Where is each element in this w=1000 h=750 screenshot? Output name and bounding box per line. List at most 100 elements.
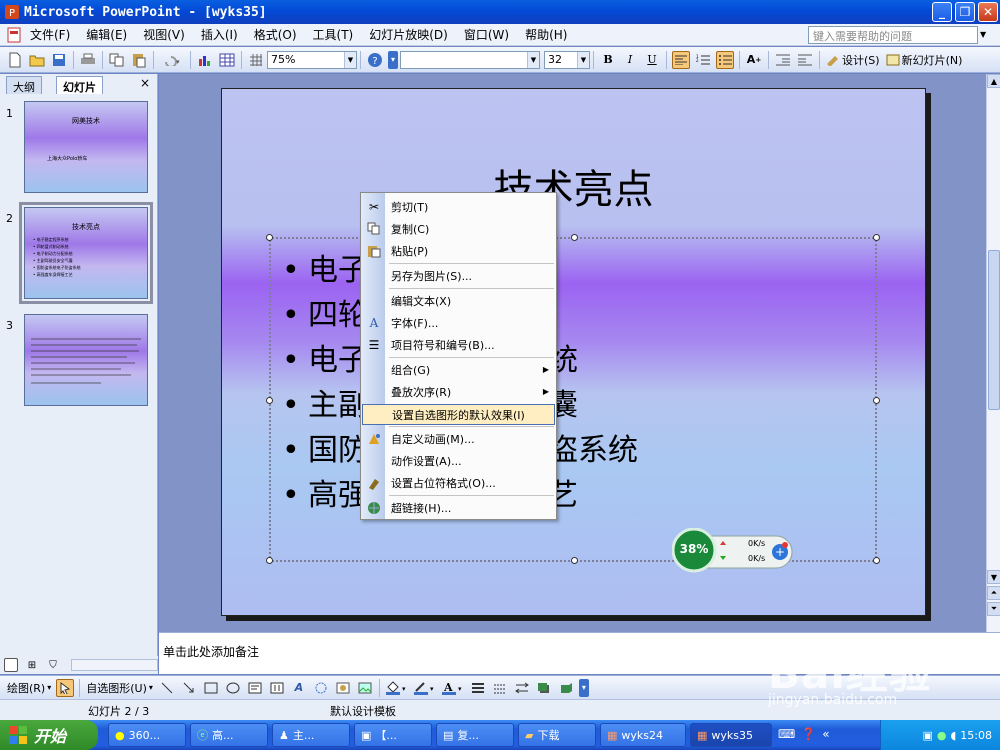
resize-handle[interactable] [873,557,880,564]
toolbar-options-icon[interactable]: ▾ [578,678,589,697]
slideshow-view-icon[interactable]: ⛉ [46,658,60,672]
menu-item-paste[interactable]: 粘贴(P) [362,240,555,261]
copy-icon[interactable] [108,51,126,69]
menu-item-set-autoshape-defaults[interactable]: 设置自选图形的默认效果(I) [362,404,555,425]
resize-handle[interactable] [266,557,273,564]
menu-item-order[interactable]: 叠放次序(R) ▶ [362,381,555,402]
underline-icon[interactable]: U [643,51,661,69]
network-icon[interactable]: ▣ [922,729,932,742]
network-speed-widget[interactable]: + 38% 0K/s 0K/s [672,528,794,574]
resize-handle[interactable] [873,397,880,404]
clock[interactable]: 15:08 [960,729,992,742]
rectangle-icon[interactable] [202,679,220,697]
textbox-icon[interactable] [246,679,264,697]
shadow-style-icon[interactable] [535,679,553,697]
menu-edit[interactable]: 编辑(E) [78,26,135,43]
resize-handle[interactable] [266,234,273,241]
numbering-icon[interactable]: 12 [694,51,712,69]
slide-thumbnail-2[interactable]: 技术亮点 • 电子稳定程序系统 • 四轮盘式制动系统 • 电子制动力分配系统 •… [19,202,153,304]
previous-slide-icon[interactable]: ⏶ [987,586,1000,600]
taskbar-item[interactable]: ▰ 下载 [518,723,596,747]
keyboard-icon[interactable]: ⌨ [778,727,795,741]
autoshapes-button[interactable]: 自选图形(U) ▾ [86,680,153,696]
save-icon[interactable] [50,51,68,69]
tab-outline[interactable]: 大纲 [6,76,42,94]
menu-item-group[interactable]: 组合(G) ▶ [362,359,555,380]
insert-picture-icon[interactable] [356,679,374,697]
new-document-icon[interactable] [6,51,24,69]
font-name-combo[interactable]: ▼ [400,50,540,69]
font-size-combo[interactable]: 32 ▼ [544,50,590,69]
menu-item-action-settings[interactable]: 动作设置(A)... [362,450,555,471]
resize-handle[interactable] [266,397,273,404]
maximize-button[interactable]: ❐ [955,2,975,22]
help-search-input[interactable]: 键入需要帮助的问题 [808,26,978,44]
help-icon[interactable]: ❓ [801,727,816,741]
menu-tools[interactable]: 工具(T) [305,26,362,43]
line-icon[interactable] [158,679,176,697]
chevron-down-icon[interactable]: ▼ [577,51,589,68]
taskbar-item[interactable]: ♟ 主... [272,723,350,747]
next-slide-icon[interactable]: ⏷ [987,602,1000,616]
menu-item-font[interactable]: A 字体(F)... [362,312,555,333]
design-button[interactable]: 设计(S) [826,52,880,68]
resize-handle[interactable] [571,557,578,564]
wordart-icon[interactable]: A [290,679,308,697]
fill-color-icon[interactable]: ▾ [385,679,409,697]
slide-thumbnail-1[interactable]: 网美技术 上海大众Polo轿车 [24,101,148,193]
resize-handle[interactable] [571,234,578,241]
menu-help[interactable]: 帮助(H) [517,26,575,43]
diagram-icon[interactable] [312,679,330,697]
menu-item-save-as-picture[interactable]: 另存为图片(S)... [362,265,555,286]
document-menu-icon[interactable] [6,27,22,43]
paste-icon[interactable] [130,51,148,69]
print-icon[interactable] [79,51,97,69]
normal-view-icon[interactable] [4,658,18,672]
decrease-indent-icon[interactable] [774,51,792,69]
line-color-icon[interactable]: ▾ [413,679,437,697]
chevron-down-icon[interactable]: ▼ [344,51,356,68]
toolbar-options-icon[interactable]: ▾ [388,50,398,69]
start-button[interactable]: 开始 [0,720,98,750]
menu-item-bullets[interactable]: ☰ 项目符号和编号(B)... [362,334,555,355]
chevron-left-icon[interactable]: « [822,727,829,741]
taskbar-item[interactable]: ⓔ 高... [190,723,268,747]
increase-indent-icon[interactable] [796,51,814,69]
arrow-style-icon[interactable] [513,679,531,697]
font-color-icon[interactable]: A ▾ [441,679,465,697]
clipart-icon[interactable] [334,679,352,697]
scroll-thumb[interactable] [988,250,1000,410]
slide-thumbnail-3[interactable] [24,314,148,406]
slide-canvas[interactable]: 技术亮点 •电子稳定程序系统 •四轮盘式制动系统 •电子制动力分配系统 •主副驾… [221,88,926,616]
insert-table-icon[interactable] [218,51,236,69]
increase-font-icon[interactable]: A + [745,51,763,69]
open-folder-icon[interactable] [28,51,46,69]
menu-item-copy[interactable]: 复制(C) [362,218,555,239]
bullets-icon[interactable] [716,50,734,69]
align-left-icon[interactable] [672,50,690,69]
horizontal-scrollbar[interactable] [71,659,158,671]
taskbar-item[interactable]: ● 360... [108,723,186,747]
security-icon[interactable]: ● [937,729,947,742]
menu-file[interactable]: 文件(F) [22,26,78,43]
taskbar-item[interactable]: ▣ 【... [354,723,432,747]
close-icon[interactable]: × [138,76,152,90]
menu-window[interactable]: 窗口(W) [456,26,517,43]
grid-icon[interactable] [247,51,265,69]
vertical-textbox-icon[interactable] [268,679,286,697]
italic-icon[interactable]: I [621,51,639,69]
close-button[interactable]: ✕ [978,2,998,22]
insert-chart-icon[interactable] [196,51,214,69]
resize-handle[interactable] [873,234,880,241]
help-icon[interactable]: ? [366,51,384,69]
select-pointer-icon[interactable] [56,678,75,697]
minimize-button[interactable]: _ [932,2,952,22]
scroll-down-icon[interactable]: ▼ [987,570,1000,584]
scroll-up-icon[interactable]: ▲ [987,74,1000,88]
line-style-icon[interactable] [469,679,487,697]
chevron-down-icon[interactable]: ▼ [527,51,539,68]
menu-insert[interactable]: 插入(I) [193,26,246,43]
menu-item-hyperlink[interactable]: 超链接(H)... [362,497,555,518]
taskbar-item[interactable]: ▦ wyks24 [600,723,686,747]
menu-slideshow[interactable]: 幻灯片放映(D) [361,26,456,43]
